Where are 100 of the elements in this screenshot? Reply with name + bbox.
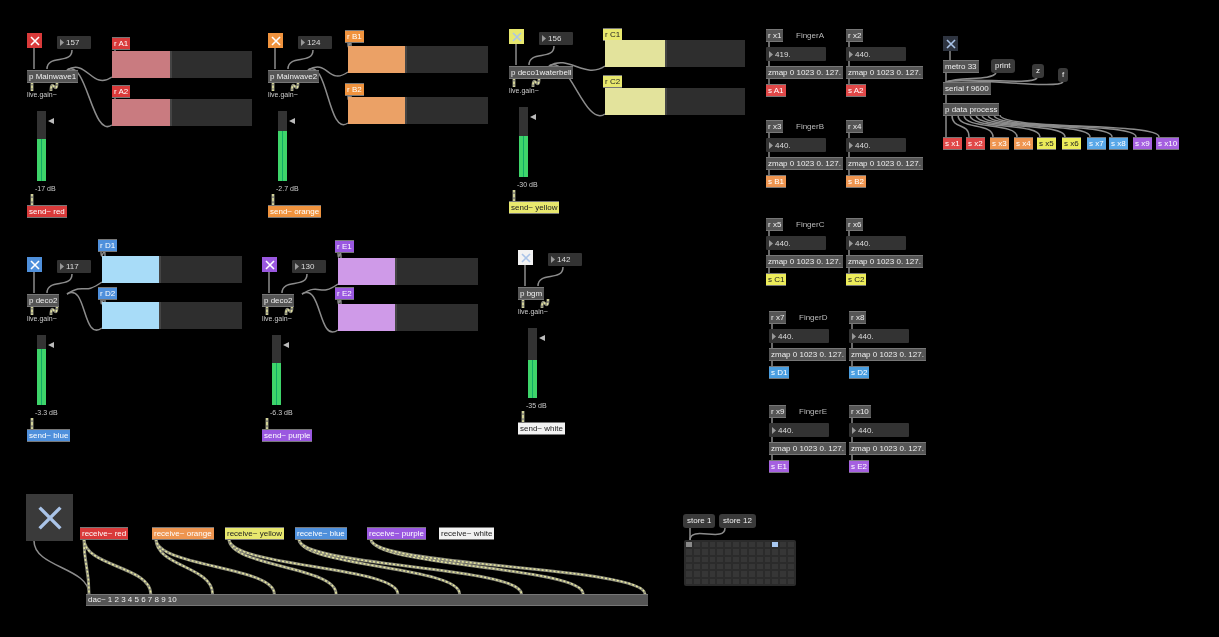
message-box[interactable]: print xyxy=(991,59,1015,73)
meter-track[interactable] xyxy=(272,335,281,405)
finger-title: FingerB xyxy=(796,122,824,131)
zmap-object: zmap 0 1023 0. 127. xyxy=(769,348,846,361)
send-object: s D1 xyxy=(769,366,790,379)
receive-object: receive~ blue xyxy=(295,527,347,540)
number-box[interactable]: 440. xyxy=(846,236,906,250)
receive-object: receive~ yellow xyxy=(225,527,284,540)
finger-title: FingerE xyxy=(799,407,827,416)
x-icon xyxy=(520,252,531,263)
send-object: s x2 xyxy=(966,137,985,150)
triangle-icon xyxy=(849,141,853,149)
preset-slot[interactable] xyxy=(772,542,779,548)
send-object: s x8 xyxy=(1109,137,1128,150)
receive-object: receive~ white xyxy=(439,527,495,540)
number-box[interactable]: 130 xyxy=(292,260,326,273)
number-box[interactable]: 419. xyxy=(766,47,826,61)
x-icon xyxy=(29,259,40,270)
zmap-object: zmap 0 1023 0. 127. xyxy=(849,442,926,455)
message-box[interactable]: f xyxy=(1058,68,1069,82)
toggle[interactable] xyxy=(262,257,277,272)
meter-track[interactable] xyxy=(519,107,528,177)
slider-track[interactable] xyxy=(338,304,478,331)
zmap-object: zmap 0 1023 0. 127. xyxy=(766,66,843,79)
number-box[interactable]: 440. xyxy=(849,329,909,343)
slider-track[interactable] xyxy=(338,258,478,285)
slider-track[interactable] xyxy=(102,302,242,329)
x-icon xyxy=(36,504,63,531)
slider-track[interactable] xyxy=(112,51,252,78)
patcher-object: p deco1waterbell xyxy=(509,66,574,79)
send-object: s A1 xyxy=(766,84,786,97)
gain-pointer[interactable] xyxy=(48,118,54,124)
triangle-icon xyxy=(769,50,773,58)
receive-object: r E2 xyxy=(335,287,354,300)
triangle-icon xyxy=(849,50,853,58)
message-box[interactable]: store 12 xyxy=(719,514,756,528)
message-box[interactable]: store 1 xyxy=(683,514,716,528)
receive-object: r x10 xyxy=(849,405,871,418)
triangle-icon xyxy=(60,263,64,270)
send-object: send~ blue xyxy=(27,429,71,442)
slider-track[interactable] xyxy=(605,88,745,115)
slider-track[interactable] xyxy=(348,46,488,73)
gain-pointer[interactable] xyxy=(283,342,289,348)
patcher-object: p bgm xyxy=(518,287,545,300)
triangle-icon xyxy=(849,239,853,247)
slider-track[interactable] xyxy=(112,99,252,126)
zmap-object: zmap 0 1023 0. 127. xyxy=(766,157,843,170)
number-box[interactable]: 440. xyxy=(769,423,829,437)
receive-object: r x8 xyxy=(849,311,867,324)
number-box[interactable]: 124 xyxy=(298,36,332,49)
serial-object: serial f 9600 xyxy=(943,82,991,95)
number-box[interactable]: 440. xyxy=(766,236,826,250)
number-box[interactable]: 440. xyxy=(766,138,826,152)
number-box[interactable]: 440. xyxy=(769,329,829,343)
number-box[interactable]: 117 xyxy=(57,260,91,273)
number-box[interactable]: 440. xyxy=(846,47,906,61)
triangle-icon xyxy=(301,39,305,46)
slider-track[interactable] xyxy=(348,97,488,124)
receive-object: r E1 xyxy=(335,240,354,253)
metro-object: metro 33 xyxy=(943,60,979,73)
send-object: s D2 xyxy=(849,366,870,379)
receive-object: r A2 xyxy=(112,85,131,98)
slider-track[interactable] xyxy=(605,40,745,67)
receive-object: r x9 xyxy=(769,405,787,418)
triangle-icon xyxy=(772,332,776,340)
send-object: send~ white xyxy=(518,422,565,435)
number-box[interactable]: 440. xyxy=(846,138,906,152)
number-box[interactable]: 440. xyxy=(849,423,909,437)
toggle[interactable] xyxy=(509,29,524,44)
patcher-object: p Mainwave1 xyxy=(27,70,79,83)
preset-slot[interactable] xyxy=(686,542,692,548)
toggle[interactable] xyxy=(27,257,42,272)
zmap-object: zmap 0 1023 0. 127. xyxy=(846,66,923,79)
receive-object: r B2 xyxy=(345,83,364,96)
send-object: s B2 xyxy=(846,175,866,188)
meter-track[interactable] xyxy=(37,111,46,181)
meter-track[interactable] xyxy=(528,328,537,398)
receive-object: r x6 xyxy=(846,218,864,231)
send-object: send~ yellow xyxy=(509,201,560,214)
number-box[interactable]: 156 xyxy=(539,32,573,45)
toggle[interactable] xyxy=(27,33,42,48)
gain-pointer[interactable] xyxy=(289,118,295,124)
message-box[interactable]: z xyxy=(1032,64,1044,78)
meter-track[interactable] xyxy=(278,111,287,181)
receive-object: r x4 xyxy=(846,120,864,133)
toggle[interactable] xyxy=(26,494,73,541)
send-object: s B1 xyxy=(766,175,786,188)
gain-pointer[interactable] xyxy=(539,335,545,341)
meter-track[interactable] xyxy=(37,335,46,405)
gain-pointer[interactable] xyxy=(48,342,54,348)
toggle[interactable] xyxy=(518,250,533,265)
slider-track[interactable] xyxy=(102,256,242,283)
toggle[interactable] xyxy=(943,36,958,51)
send-object: s x1 xyxy=(943,137,962,150)
toggle[interactable] xyxy=(268,33,283,48)
number-box[interactable]: 142 xyxy=(548,253,582,266)
number-box[interactable]: 157 xyxy=(57,36,91,49)
gain-pointer[interactable] xyxy=(530,114,536,120)
receive-object: r x2 xyxy=(846,29,864,42)
send-object: s C1 xyxy=(766,273,787,286)
